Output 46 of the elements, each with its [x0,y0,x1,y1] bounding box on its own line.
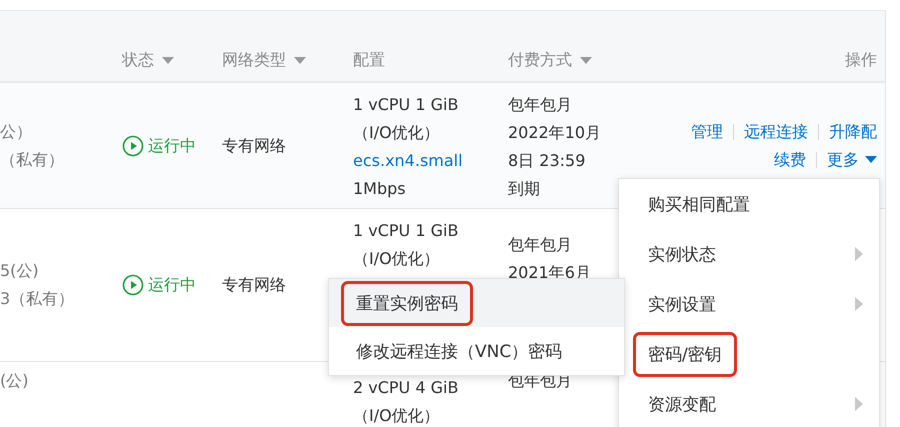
column-header[interactable]: 网络类型 [222,50,286,71]
config-text: 1Mbps [353,178,407,200]
status-text: 运行中 [148,134,196,156]
billing-text: 到期 [508,178,541,200]
ip-address: 5(公) [0,260,39,282]
config-text: （I/O优化） [353,248,441,270]
column-header: 操作 [845,50,877,71]
ip-address: (公) [0,370,28,392]
billing-text: 8日 23:59 [508,150,586,172]
menu-item[interactable]: 实例状态 [619,229,879,279]
status-text: 运行中 [148,274,196,296]
column-header[interactable]: 付费方式 [508,50,572,71]
ip-address: 公） [0,120,32,142]
billing-text: 包年包月 [508,234,573,256]
action-link[interactable]: 管理 [691,118,723,146]
config-text: （I/O优化） [353,122,441,144]
menu-item-label: 实例设置 [647,294,717,316]
action-link[interactable]: 续费 [774,146,806,174]
more-dropdown[interactable]: 更多 [827,146,877,174]
action-link[interactable]: 远程连接 [744,118,808,146]
network-type: 专有网络 [222,274,287,296]
menu-item-label: 重置实例密码 [341,280,473,326]
ip-address: 3（私有） [0,288,74,310]
network-type: 专有网络 [222,134,287,156]
instance-type-link[interactable]: ecs.xn4.small [353,147,508,175]
play-icon [122,134,144,156]
menu-item-label: 资源变配 [647,394,717,416]
menu-item[interactable]: 资源变配 [619,379,879,427]
config-text: 1 vCPU 1 GiB [353,220,460,242]
config-text: 1 vCPU 1 GiB [353,94,460,116]
config-text: （I/O优化） [353,405,441,427]
billing-text: 2022年10月 [508,122,602,144]
column-header: 配置 [353,50,385,71]
billing-text: 包年包月 [508,94,573,116]
caret-icon [865,156,877,163]
action-link[interactable]: 升降配 [829,118,877,146]
menu-item-label: 实例状态 [647,244,717,266]
menu-item[interactable]: 购买相同配置 [619,179,879,229]
menu-item-label: 购买相同配置 [647,194,751,216]
menu-item-label: 密码/密钥 [633,332,737,376]
ip-address: （私有） [0,148,64,170]
config-text: 2 vCPU 4 GiB [353,377,460,399]
menu-item[interactable]: 重置实例密码 [329,279,624,327]
play-icon [122,274,144,296]
menu-item-label: 修改远程连接（VNC）密码 [355,340,564,364]
column-header[interactable]: 状态 [122,50,154,71]
